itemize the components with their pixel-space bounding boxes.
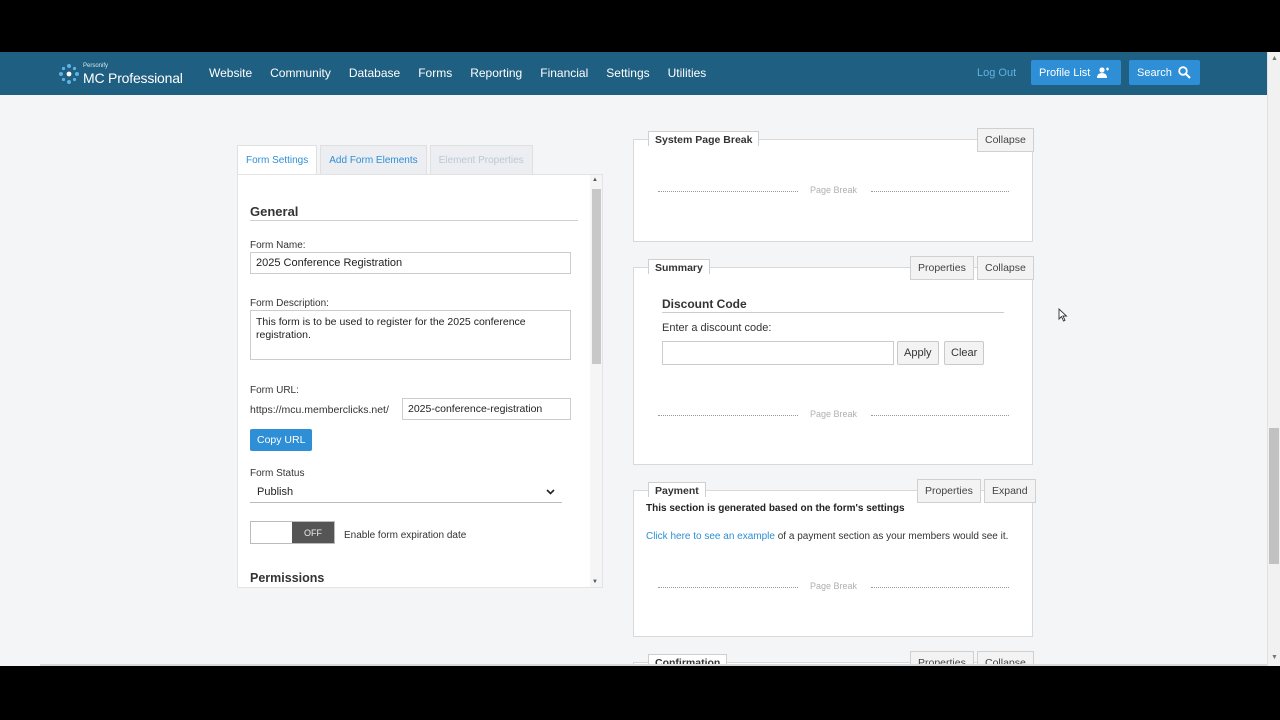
nav-community[interactable]: Community xyxy=(270,66,331,80)
dotted-line xyxy=(871,587,1009,588)
copy-url-button[interactable]: Copy URL xyxy=(250,429,313,451)
permissions-heading: Permissions xyxy=(250,571,325,585)
panel-scroll-thumb[interactable] xyxy=(592,189,601,364)
mouse-cursor-icon xyxy=(1058,308,1068,322)
nav-financial[interactable]: Financial xyxy=(540,66,588,80)
general-divider xyxy=(250,220,578,221)
payment-generated-note: This section is generated based on the f… xyxy=(646,503,905,514)
scroll-up-icon[interactable]: ▲ xyxy=(592,177,598,183)
user-icon xyxy=(1097,66,1110,78)
expiration-label: Enable form expiration date xyxy=(344,530,467,541)
expand-button[interactable]: Expand xyxy=(984,479,1036,503)
section-title: Payment xyxy=(648,482,706,497)
form-status-label: Form Status xyxy=(250,468,305,479)
form-name-input[interactable]: 2025 Conference Registration xyxy=(250,252,571,274)
logo-big-text: MC Professional xyxy=(83,70,183,86)
system-page-break-section: System Page Break Collapse Page Break xyxy=(633,128,1034,242)
form-url-label: Form URL: xyxy=(250,385,299,396)
apply-button[interactable]: Apply xyxy=(897,341,939,365)
settings-tabs: Form Settings Add Form Elements Element … xyxy=(237,145,536,174)
dotted-line xyxy=(871,415,1009,416)
discount-code-heading: Discount Code xyxy=(662,297,747,311)
collapse-button[interactable]: Collapse xyxy=(977,128,1034,152)
chevron-down-icon xyxy=(546,488,555,495)
section-title: System Page Break xyxy=(648,131,760,146)
section-title: Summary xyxy=(648,259,710,274)
panel-scrollbar[interactable]: ▲ ▼ xyxy=(590,175,602,587)
form-url-slug-input[interactable]: 2025-conference-registration xyxy=(402,398,571,420)
nav-settings[interactable]: Settings xyxy=(606,66,649,80)
nav-utilities[interactable]: Utilities xyxy=(668,66,707,80)
main-menu: Website Community Database Forms Reporti… xyxy=(209,66,724,80)
top-nav: Personify MC Professional Website Commun… xyxy=(0,52,1267,95)
general-heading: General xyxy=(250,204,299,219)
payment-example-text: Click here to see an example of a paymen… xyxy=(646,531,1008,542)
scroll-down-icon[interactable]: ▼ xyxy=(1271,654,1278,661)
search-button[interactable]: Search xyxy=(1129,60,1200,85)
app-screen: Personify MC Professional Website Commun… xyxy=(0,52,1280,666)
tab-form-settings[interactable]: Form Settings xyxy=(237,145,318,174)
summary-section: Summary Properties Collapse Discount Cod… xyxy=(633,256,1034,465)
page-scrollbar[interactable]: ▲ ▼ xyxy=(1267,52,1280,666)
form-status-select[interactable]: Publish xyxy=(250,481,562,503)
discount-code-input[interactable] xyxy=(662,341,894,365)
profile-list-button[interactable]: Profile List xyxy=(1031,60,1121,85)
scroll-up-icon[interactable]: ▲ xyxy=(1271,55,1278,62)
tab-add-form-elements[interactable]: Add Form Elements xyxy=(320,145,427,174)
page-break-label: Page Break xyxy=(810,409,858,419)
tab-element-properties[interactable]: Element Properties xyxy=(429,145,533,174)
dotted-line xyxy=(871,191,1009,192)
personify-logo-icon xyxy=(59,64,79,84)
payment-example-rest: of a payment section as your members wou… xyxy=(774,531,1009,542)
payment-section: Payment Properties Expand This section i… xyxy=(633,479,1036,637)
page-break-divider: Page Break xyxy=(658,581,1009,593)
profile-list-label: Profile List xyxy=(1039,66,1091,79)
expiration-toggle[interactable]: OFF xyxy=(250,521,335,544)
dotted-line xyxy=(658,587,798,588)
page-scroll-thumb[interactable] xyxy=(1269,428,1279,564)
collapse-button[interactable]: Collapse xyxy=(977,256,1034,280)
form-status-value: Publish xyxy=(257,485,294,498)
page-break-label: Page Break xyxy=(810,581,858,591)
form-description-textarea[interactable]: This form is to be used to register for … xyxy=(250,310,571,360)
form-settings-panel: General Form Name: 2025 Conference Regis… xyxy=(237,174,603,588)
discount-divider xyxy=(662,312,1004,313)
page-break-divider: Page Break xyxy=(658,185,1009,197)
logo-small-text: Personify xyxy=(83,63,109,69)
form-name-label: Form Name: xyxy=(250,240,306,251)
discount-code-label: Enter a discount code: xyxy=(662,322,772,334)
toggle-state: OFF xyxy=(292,522,334,543)
page-break-label: Page Break xyxy=(810,185,858,195)
payment-example-link[interactable]: Click here to see an example xyxy=(646,531,775,542)
form-description-label: Form Description: xyxy=(250,298,329,309)
bottom-divider xyxy=(40,664,1267,666)
clear-button[interactable]: Clear xyxy=(944,341,985,365)
properties-button[interactable]: Properties xyxy=(917,479,981,503)
properties-button[interactable]: Properties xyxy=(910,256,974,280)
dotted-line xyxy=(658,415,798,416)
logout-link[interactable]: Log Out xyxy=(977,67,1016,79)
dotted-line xyxy=(658,191,798,192)
nav-database[interactable]: Database xyxy=(349,66,400,80)
scroll-down-icon[interactable]: ▼ xyxy=(592,579,598,585)
search-icon xyxy=(1178,66,1191,79)
search-label: Search xyxy=(1137,66,1172,79)
nav-forms[interactable]: Forms xyxy=(418,66,452,80)
page-break-divider: Page Break xyxy=(658,409,1009,421)
form-url-prefix: https://mcu.memberclicks.net/ xyxy=(250,404,389,416)
nav-website[interactable]: Website xyxy=(209,66,252,80)
nav-reporting[interactable]: Reporting xyxy=(470,66,522,80)
